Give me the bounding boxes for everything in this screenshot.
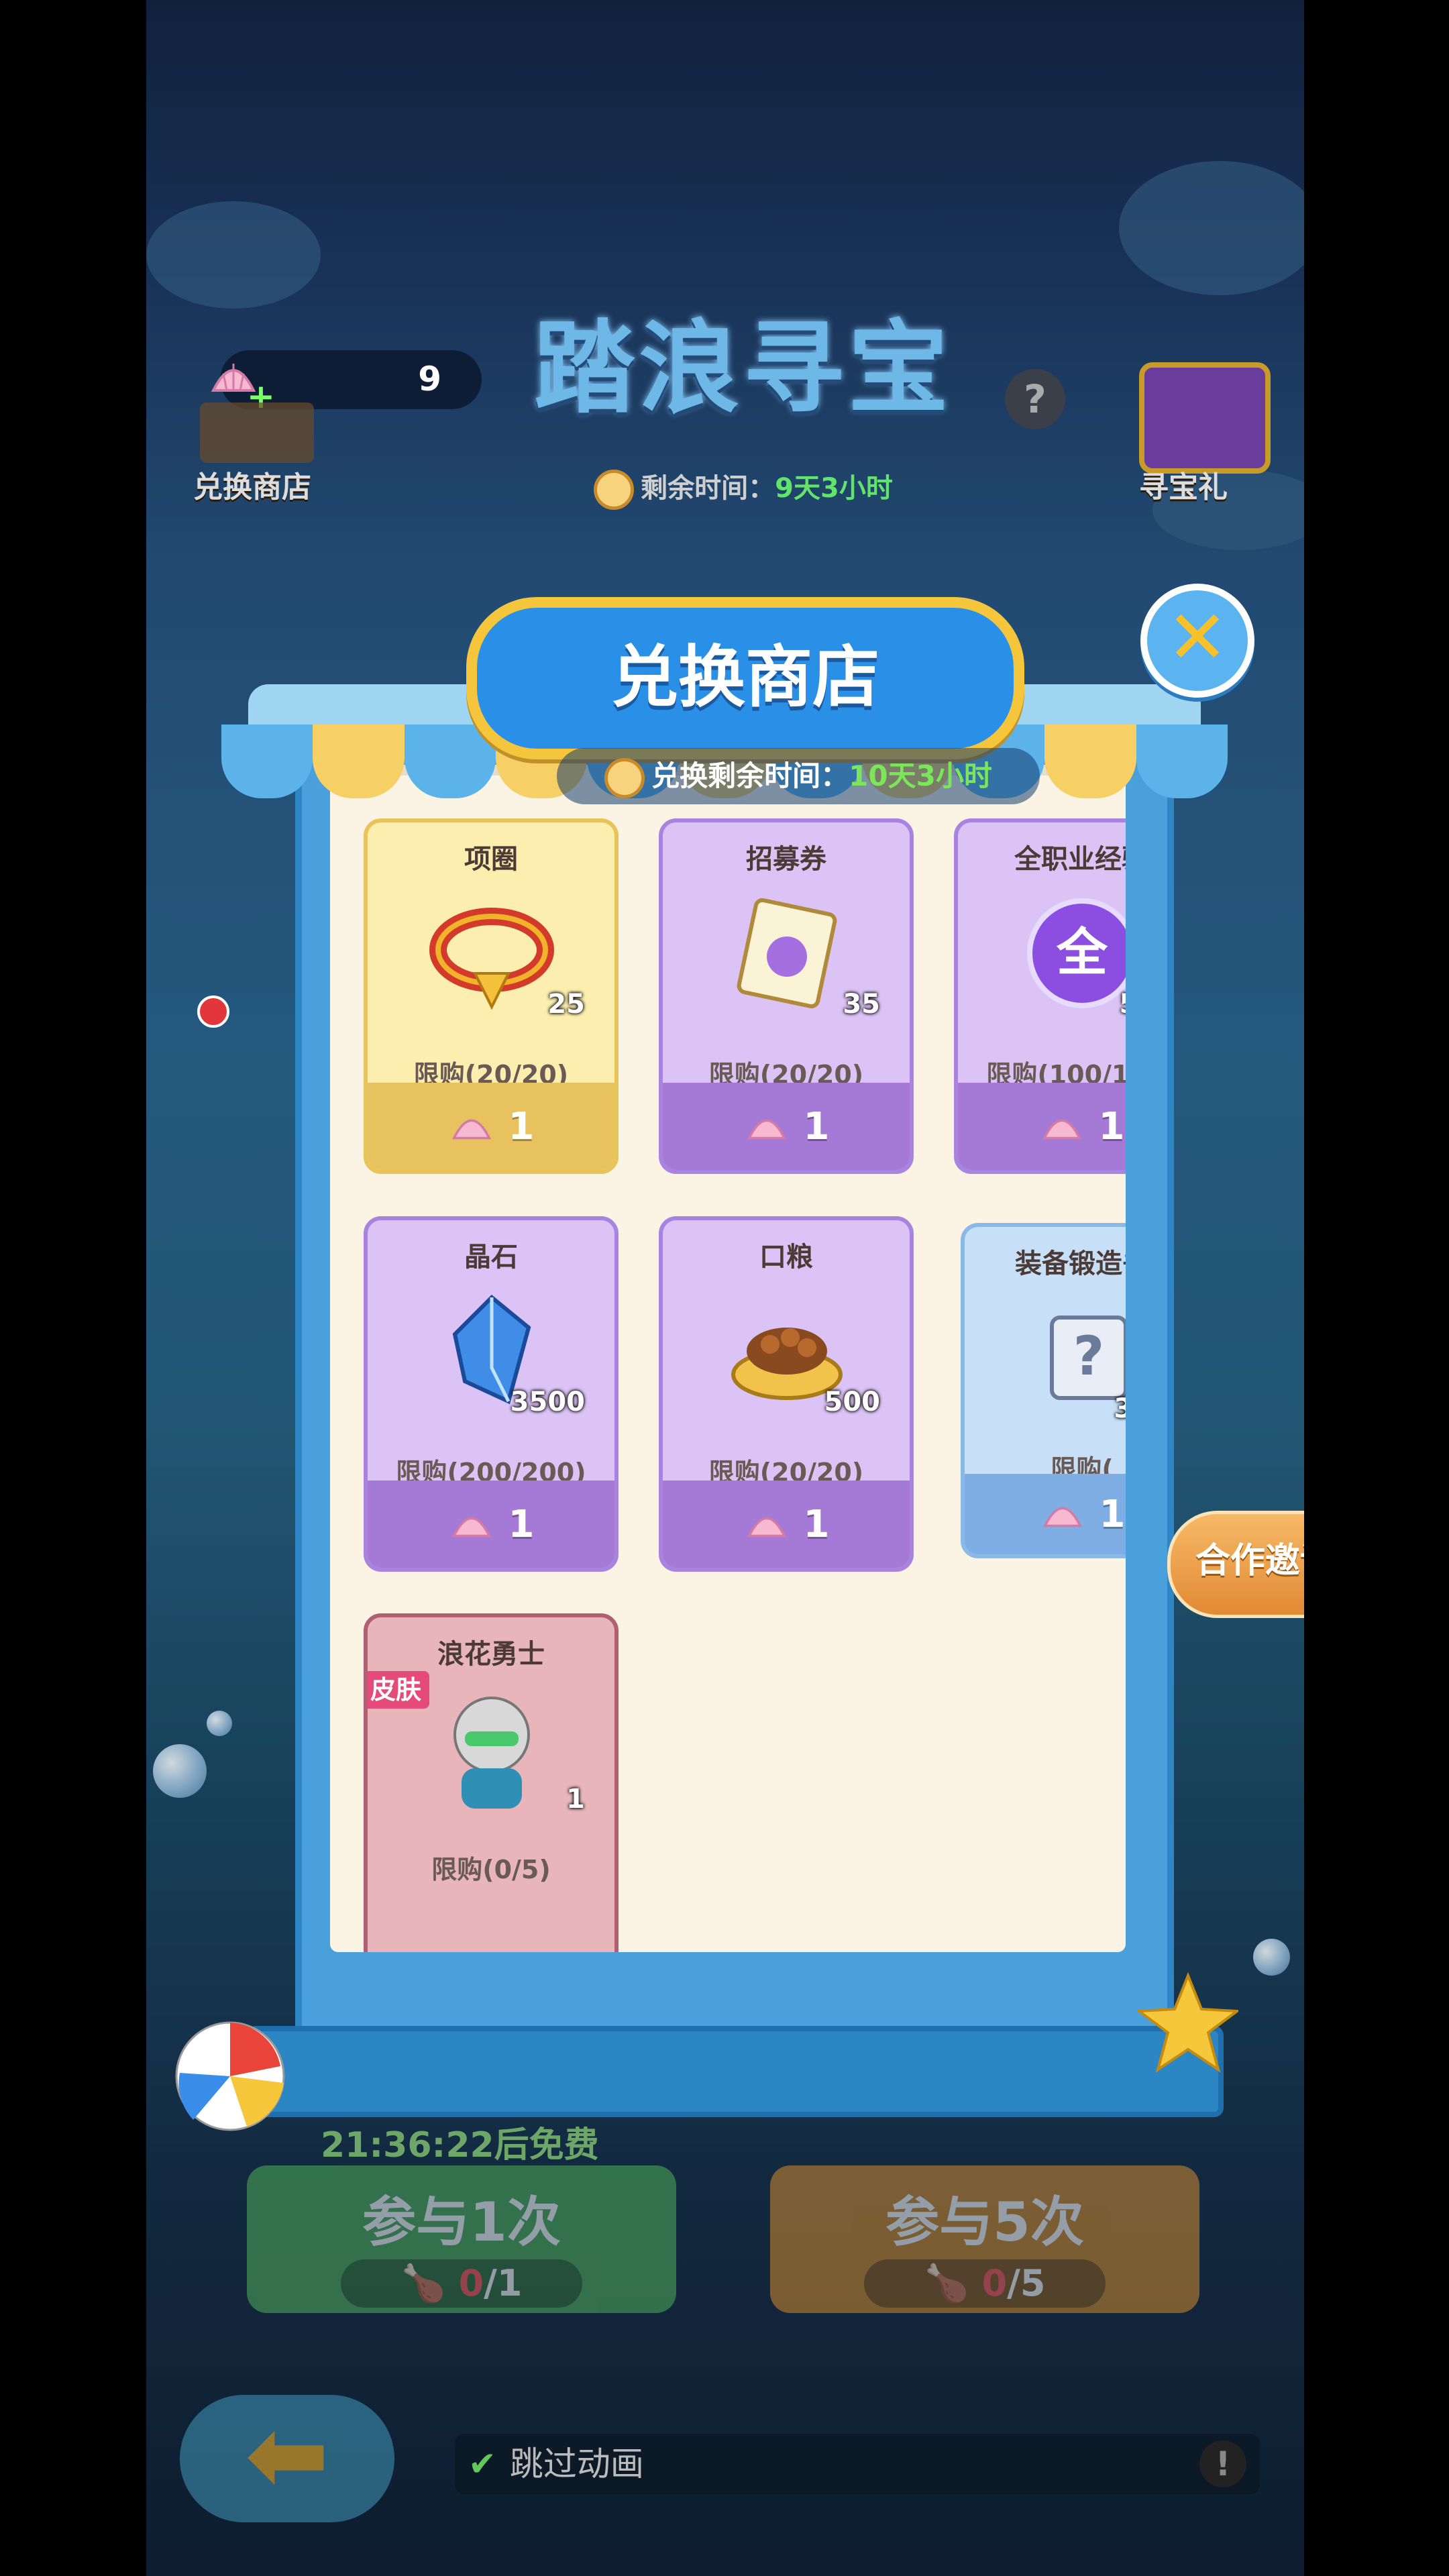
item-name: 全职业经验 (1014, 844, 1126, 875)
shop-item-crystal[interactable]: 晶石 3500 限购(200/200) 1 (364, 1216, 619, 1572)
shop-bottom-banner (247, 2026, 1224, 2117)
treasure-gift-label[interactable]: 寻宝礼 (1139, 463, 1228, 506)
gift-box-icon[interactable] (1139, 362, 1271, 474)
back-arrow-icon[interactable]: ⬅ (180, 2395, 394, 2522)
free-timer: 21:36:22后免费 (321, 2125, 599, 2165)
item-price: 1 (1099, 1492, 1126, 1536)
close-button[interactable]: ✕ (1140, 584, 1254, 698)
exp-orb-icon: 全 (1027, 898, 1126, 1008)
item-qty: 500 (1120, 989, 1126, 1020)
item-limit: 限购(0/5) (431, 1855, 551, 1884)
join-five-label: 参与5次 (885, 2191, 1084, 2253)
shell-icon (747, 1517, 786, 1538)
item-qty: 500 (824, 1387, 881, 1417)
item-price: 1 (803, 1502, 830, 1546)
drumstick-icon: 🍗 (400, 2262, 446, 2304)
shell-icon (1042, 1119, 1081, 1140)
remaining-value: 9天3小时 (775, 473, 893, 504)
clock-icon (604, 757, 645, 798)
item-price: 1 (508, 1502, 535, 1546)
exchange-time-label: 兑换剩余时间： (651, 759, 849, 792)
skip-animation-label: 跳过动画 (509, 2445, 644, 2483)
item-name: 晶石 (464, 1242, 518, 1273)
scroll-icon: ? (1050, 1316, 1126, 1400)
shop-item-collar[interactable]: 项圈 25 限购(20/20) 1 (364, 818, 619, 1174)
help-icon[interactable]: ? (1005, 369, 1065, 429)
buy-button[interactable]: 1 (368, 1083, 614, 1170)
buy-button[interactable]: 1 (368, 1481, 614, 1568)
item-qty: 25 (547, 989, 585, 1020)
item-name: 装备锻造书 (1015, 1248, 1126, 1279)
item-name: 浪花勇士 (437, 1639, 545, 1670)
buy-button[interactable]: 1 (663, 1083, 910, 1170)
shell-count: 9 (418, 360, 441, 398)
item-name: 项圈 (464, 844, 518, 875)
join-once-label: 参与1次 (362, 2191, 561, 2253)
coop-invite-button[interactable]: 合作邀请（2） (1167, 1511, 1304, 1618)
join-once-button[interactable]: 参与1次 🍗 0/1 (247, 2165, 676, 2313)
collar-icon (429, 908, 554, 1010)
starfish-icon (1138, 1972, 1238, 2073)
join-five-button[interactable]: 参与5次 🍗 0/5 (770, 2165, 1199, 2313)
shell-icon (747, 1119, 786, 1140)
item-qty: 1 (566, 1784, 585, 1815)
exchange-shop-modal: 项圈 25 限购(20/20) 1 招募券 35 限购(20/20) 1 全职业… (221, 584, 1254, 2100)
bubble-decoration (1253, 1939, 1290, 1976)
exp-orb-badge: 全 (1056, 922, 1108, 982)
item-price: 1 (1098, 1104, 1125, 1148)
exchange-shop-label[interactable]: 兑换商店 (193, 463, 311, 506)
shell-icon (451, 1119, 491, 1140)
modal-title: 兑换商店 (611, 638, 879, 716)
remaining-time: 剩余时间：9天3小时 (562, 464, 924, 513)
event-title: 踏浪寻宝 (533, 311, 953, 427)
drumstick-icon: 🍗 (924, 2262, 969, 2304)
join-five-cost: 🍗 0/5 (864, 2259, 1106, 2308)
clock-icon (594, 470, 635, 510)
shop-stall-icon[interactable] (200, 402, 314, 463)
shop-item-forge-book[interactable]: 装备锻造书 ? 300 限购( 1 (961, 1223, 1126, 1558)
buy-button[interactable]: 1 (965, 1474, 1126, 1554)
shell-icon (451, 1517, 491, 1538)
item-name: 招募券 (746, 844, 826, 875)
item-qty: 3500 (510, 1387, 585, 1417)
shop-item-wave-warrior-skin[interactable]: 浪花勇士 皮肤 1 限购(0/5) (364, 1613, 619, 1952)
skin-tag: 皮肤 (368, 1671, 430, 1709)
skip-animation-toggle[interactable]: ✔ 跳过动画 ! (455, 2434, 1260, 2494)
exchange-remaining-time: 兑换剩余时间：10天3小时 (557, 748, 1040, 804)
character-icon (453, 1697, 530, 1809)
checkbox-check-icon[interactable]: ✔ (468, 2445, 496, 2483)
shop-item-grid[interactable]: 项圈 25 限购(20/20) 1 招募券 35 限购(20/20) 1 全职业… (330, 765, 1126, 1952)
exchange-time-value: 10天3小时 (849, 759, 992, 792)
shop-item-ration[interactable]: 口粮 500 限购(20/20) 1 (659, 1216, 914, 1572)
item-qty: 35 (843, 989, 880, 1020)
shell-icon (1042, 1507, 1082, 1527)
info-icon[interactable]: ! (1199, 2440, 1246, 2487)
item-qty: 300 (1114, 1393, 1126, 1424)
shell-currency-bar: + 9 (211, 350, 482, 416)
ticket-icon (737, 898, 837, 1009)
shop-item-recruit-ticket[interactable]: 招募券 35 限购(20/20) 1 (659, 818, 914, 1174)
buy-button[interactable]: 1 (958, 1083, 1126, 1170)
join-once-cost: 🍗 0/1 (341, 2259, 582, 2308)
bubble-decoration (153, 1744, 207, 1798)
beach-ball-icon (175, 2021, 285, 2131)
remaining-label: 剩余时间： (641, 473, 775, 504)
item-name: 口粮 (759, 1242, 813, 1273)
shop-item-all-class-exp[interactable]: 全职业经验 全 500 限购(100/100) 1 (954, 818, 1126, 1174)
buy-button[interactable]: 1 (663, 1481, 910, 1568)
game-screen: + 9 兑换商店 踏浪寻宝 ? 剩余时间：9天3小时 寻宝礼 项圈 25 限购(… (146, 0, 1304, 2576)
item-price: 1 (803, 1104, 830, 1148)
item-price: 1 (508, 1104, 535, 1148)
svg-text:?: ? (1073, 1325, 1104, 1387)
